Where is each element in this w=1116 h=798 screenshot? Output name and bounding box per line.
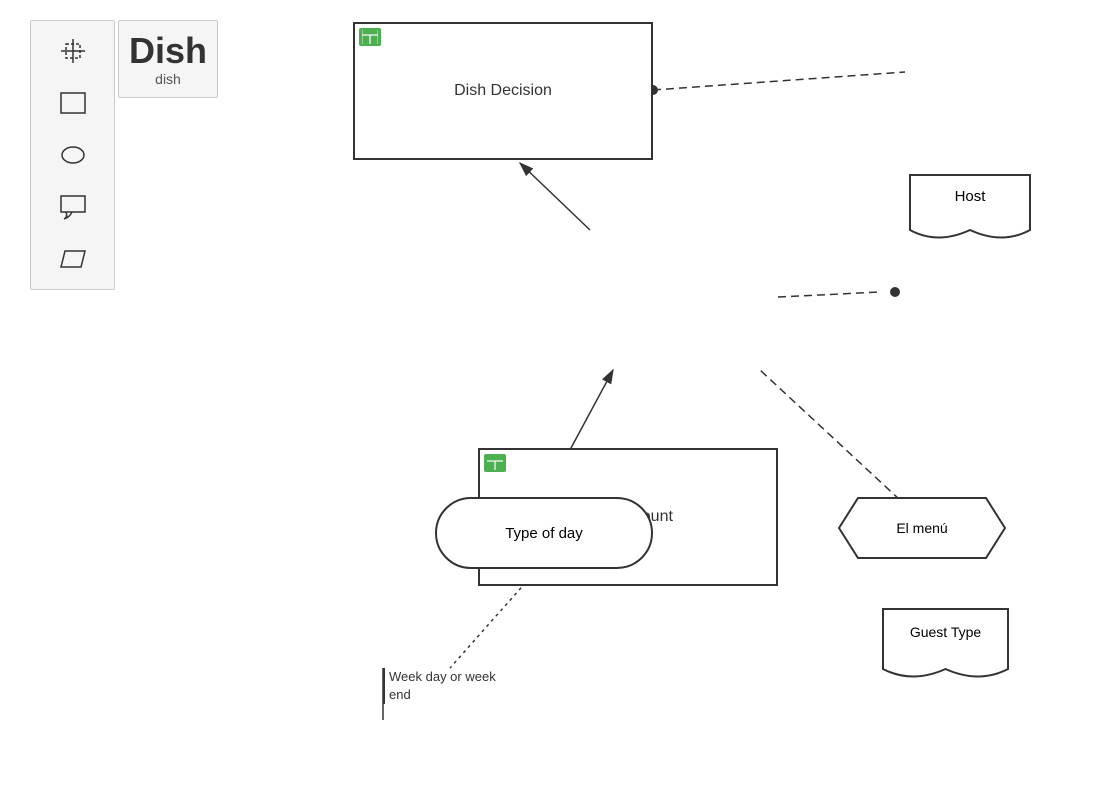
connection-dish-host [653,72,905,90]
table-icon-2 [484,454,506,472]
tool-subtitle: dish [155,71,181,87]
connection-typeofday-label [450,572,535,668]
el-menu-label: El menú [896,520,947,536]
week-day-label: Week day or weekend [383,668,543,704]
host-node[interactable]: Host [905,170,1035,250]
dish-decision-node[interactable]: Dish Decision [353,22,653,160]
dish-decision-label: Dish Decision [454,82,552,100]
connection-guest-type [778,292,880,297]
type-of-day-node[interactable]: Type of day [435,497,653,569]
guest-type-label: Guest Type [878,624,1013,640]
oval-tool[interactable] [53,135,93,175]
tool-label-panel: Dish dish [118,20,218,98]
parallelogram-tool[interactable] [53,239,93,279]
cursor-tool[interactable] [53,31,93,71]
tool-title: Dish [129,31,207,71]
host-label: Host [905,188,1035,205]
guest-type-node[interactable]: Guest Type [878,604,1013,692]
rectangle-tool[interactable] [53,83,93,123]
connection-guest-dish [520,163,590,230]
el-menu-node[interactable]: El menú [838,497,1006,559]
connection-elmenu-guest [760,370,900,500]
table-icon [359,28,381,46]
toolbar [30,20,115,290]
type-of-day-label: Type of day [505,525,583,542]
connection-dot-guest-type [890,287,900,297]
speech-tool[interactable] [53,187,93,227]
